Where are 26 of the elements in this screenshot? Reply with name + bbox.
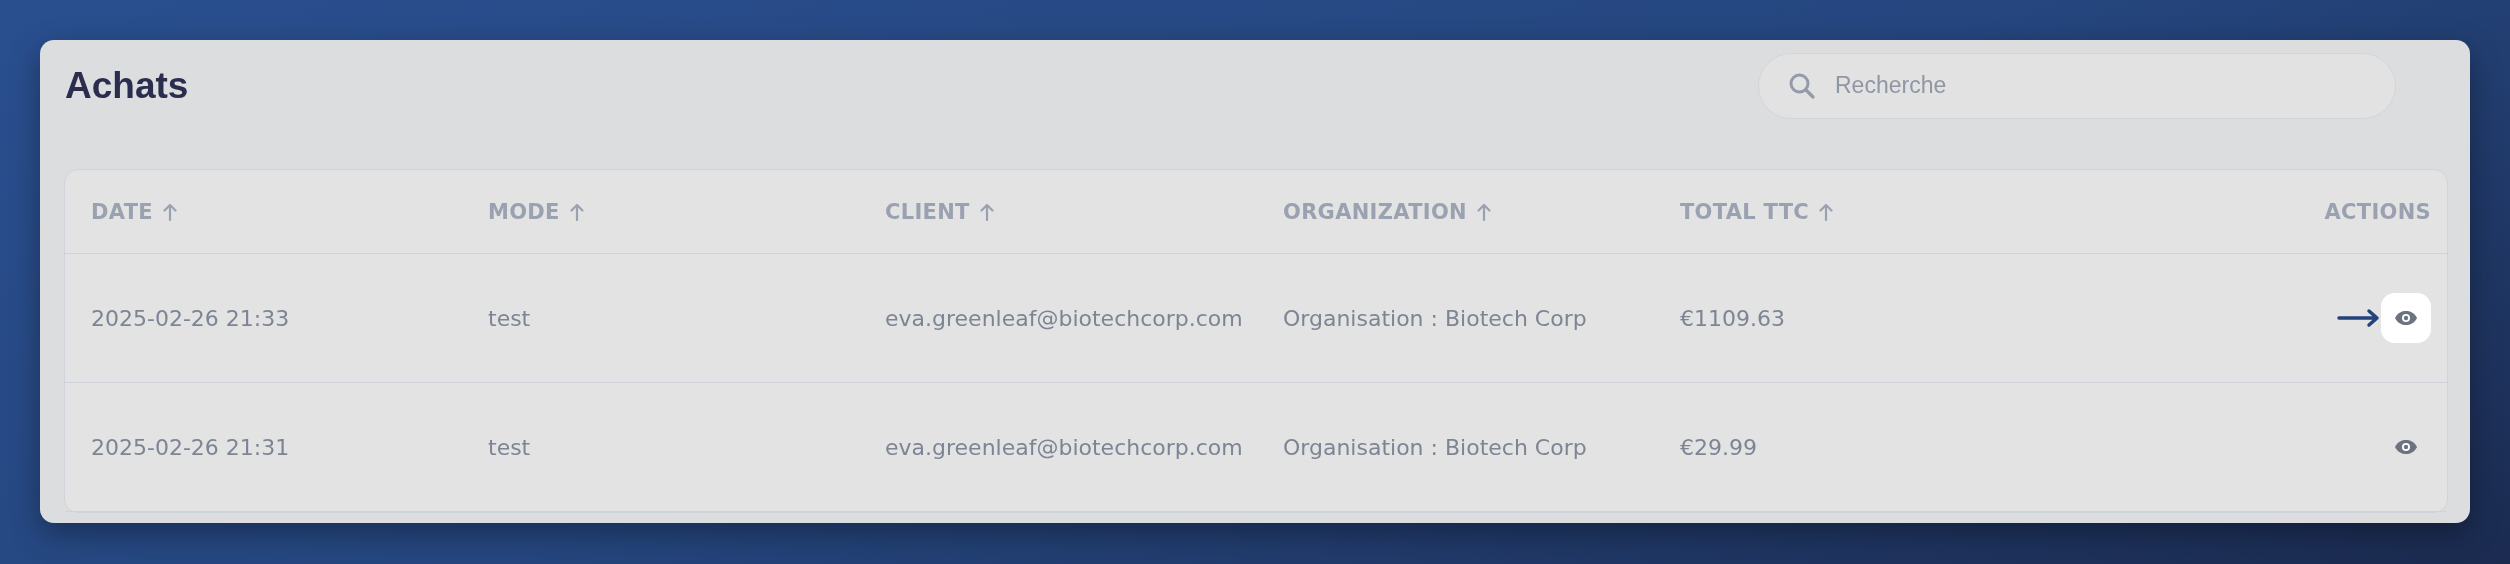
- view-button[interactable]: [2381, 293, 2431, 343]
- sort-arrow-icon[interactable]: [162, 202, 177, 221]
- table-cell: 2025-02-26 21:31: [91, 434, 290, 460]
- column-header: ACTIONS: [2324, 199, 2431, 224]
- table-cell: test: [488, 434, 531, 460]
- sort-arrow-icon[interactable]: [569, 202, 584, 221]
- table-cell: 2025-02-26 21:33: [91, 305, 290, 331]
- eye-icon: [2394, 439, 2418, 455]
- table-cell: eva.greenleaf@biotechcorp.com: [885, 434, 1243, 460]
- table-cell: €1109.63: [1680, 305, 1785, 331]
- table-cell: Organisation : Biotech Corp: [1283, 305, 1587, 331]
- column-header[interactable]: ORGANIZATION: [1283, 199, 1467, 224]
- table-cell: €29.99: [1680, 434, 1757, 460]
- column-header[interactable]: MODE: [488, 199, 560, 224]
- sort-arrow-icon[interactable]: [979, 202, 994, 221]
- page-title: Achats: [65, 64, 189, 107]
- column-header[interactable]: TOTAL TTC: [1680, 199, 1810, 224]
- column-header[interactable]: CLIENT: [885, 199, 970, 224]
- table-cell: Organisation : Biotech Corp: [1283, 434, 1587, 460]
- column-header[interactable]: DATE: [91, 199, 153, 224]
- eye-icon: [2394, 310, 2418, 326]
- table-cell: eva.greenleaf@biotechcorp.com: [885, 305, 1243, 331]
- table-cell: test: [488, 305, 531, 331]
- search-field[interactable]: Recherche: [1758, 52, 2396, 119]
- sort-arrow-icon[interactable]: [1819, 202, 1834, 221]
- sort-arrow-icon[interactable]: [1476, 202, 1491, 221]
